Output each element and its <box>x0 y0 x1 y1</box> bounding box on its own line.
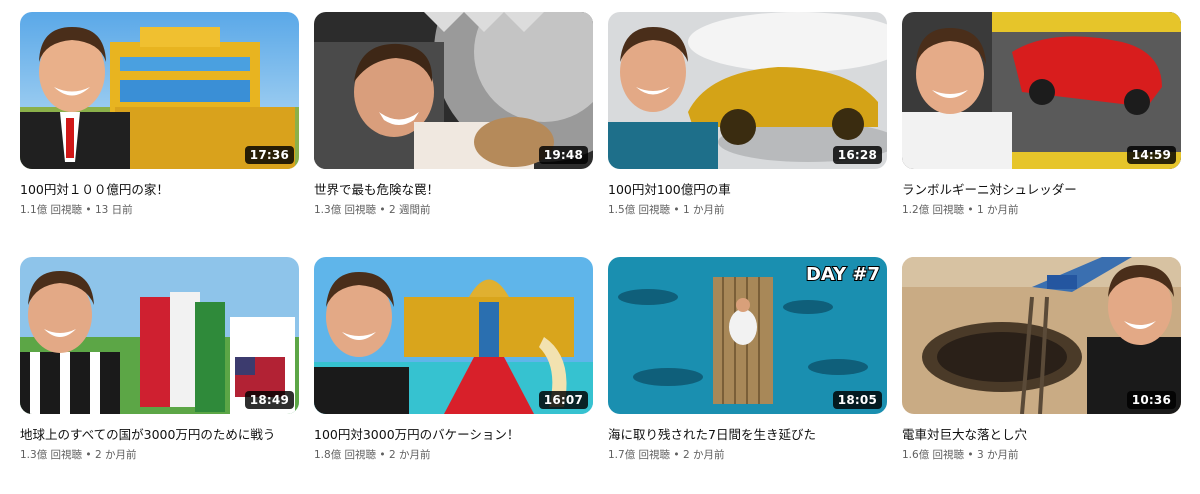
video-age: 1 か月前 <box>682 204 725 216</box>
video-thumbnail[interactable]: 14:59 <box>902 12 1181 169</box>
day-label: DAY #7 <box>806 264 880 285</box>
video-thumbnail[interactable]: 16:07 <box>314 257 593 414</box>
video-views: 1.3億 回視聴 <box>20 449 83 461</box>
video-title[interactable]: 海に取り残された7日間を生き延びた <box>608 426 887 444</box>
video-title[interactable]: 地球上のすべての国が3000万円のために戦う <box>20 426 299 444</box>
video-age: 2 か月前 <box>388 449 431 461</box>
video-age: 13 日前 <box>94 204 133 216</box>
video-thumbnail[interactable]: 19:48 <box>314 12 593 169</box>
video-thumbnail[interactable]: 10:36 <box>902 257 1181 414</box>
video-card[interactable]: 19:48 世界で最も危険な罠！ 1.3億 回視聴 • 2 週間前 <box>314 12 593 217</box>
separator-dot: • <box>85 204 92 216</box>
video-views: 1.3億 回視聴 <box>314 204 377 216</box>
video-age: 1 か月前 <box>976 204 1019 216</box>
video-thumbnail[interactable]: 17:36 <box>20 12 299 169</box>
video-duration: 18:49 <box>244 391 294 409</box>
video-card[interactable]: DAY #7 18:05 海に取り残された7日間を生き延びた 1.7億 回視聴 … <box>608 257 887 462</box>
separator-dot: • <box>85 449 92 461</box>
video-views: 1.8億 回視聴 <box>314 449 377 461</box>
video-meta: 1.5億 回視聴 • 1 か月前 <box>608 203 887 217</box>
video-age: 3 か月前 <box>976 449 1019 461</box>
video-duration: 19:48 <box>538 146 588 164</box>
video-card[interactable]: 10:36 電車対巨大な落とし穴 1.6億 回視聴 • 3 か月前 <box>902 257 1181 462</box>
video-title[interactable]: 世界で最も危険な罠！ <box>314 181 593 199</box>
video-age: 2 週間前 <box>388 204 431 216</box>
video-card[interactable]: 14:59 ランボルギーニ対シュレッダー 1.2億 回視聴 • 1 か月前 <box>902 12 1181 217</box>
video-title[interactable]: 電車対巨大な落とし穴 <box>902 426 1181 444</box>
video-duration: 14:59 <box>1126 146 1176 164</box>
video-duration: 10:36 <box>1126 391 1176 409</box>
separator-dot: • <box>967 204 974 216</box>
video-title[interactable]: ランボルギーニ対シュレッダー <box>902 181 1181 199</box>
video-thumbnail[interactable]: 18:49 <box>20 257 299 414</box>
video-meta: 1.8億 回視聴 • 2 か月前 <box>314 448 593 462</box>
video-card[interactable]: 18:49 地球上のすべての国が3000万円のために戦う 1.3億 回視聴 • … <box>20 257 299 462</box>
video-views: 1.5億 回視聴 <box>608 204 671 216</box>
video-thumbnail[interactable]: 16:28 <box>608 12 887 169</box>
video-views: 1.1億 回視聴 <box>20 204 83 216</box>
video-card[interactable]: 16:07 100円対3000万円のバケーション！ 1.8億 回視聴 • 2 か… <box>314 257 593 462</box>
video-views: 1.6億 回視聴 <box>902 449 965 461</box>
video-duration: 18:05 <box>832 391 882 409</box>
separator-dot: • <box>673 449 680 461</box>
video-title[interactable]: 100円対3000万円のバケーション！ <box>314 426 593 444</box>
video-age: 2 か月前 <box>94 449 137 461</box>
separator-dot: • <box>379 449 386 461</box>
video-meta: 1.3億 回視聴 • 2 週間前 <box>314 203 593 217</box>
video-meta: 1.3億 回視聴 • 2 か月前 <box>20 448 299 462</box>
video-meta: 1.7億 回視聴 • 2 か月前 <box>608 448 887 462</box>
separator-dot: • <box>673 204 680 216</box>
video-card[interactable]: 17:36 100円対１００億円の家！ 1.1億 回視聴 • 13 日前 <box>20 12 299 217</box>
video-duration: 17:36 <box>244 146 294 164</box>
video-meta: 1.6億 回視聴 • 3 か月前 <box>902 448 1181 462</box>
video-meta: 1.2億 回視聴 • 1 か月前 <box>902 203 1181 217</box>
separator-dot: • <box>379 204 386 216</box>
video-age: 2 か月前 <box>682 449 725 461</box>
video-card[interactable]: 16:28 100円対100億円の車 1.5億 回視聴 • 1 か月前 <box>608 12 887 217</box>
video-duration: 16:07 <box>538 391 588 409</box>
video-views: 1.7億 回視聴 <box>608 449 671 461</box>
video-title[interactable]: 100円対１００億円の家！ <box>20 181 299 199</box>
video-meta: 1.1億 回視聴 • 13 日前 <box>20 203 299 217</box>
separator-dot: • <box>967 449 974 461</box>
video-title[interactable]: 100円対100億円の車 <box>608 181 887 199</box>
video-views: 1.2億 回視聴 <box>902 204 965 216</box>
video-duration: 16:28 <box>832 146 882 164</box>
video-thumbnail[interactable]: DAY #7 18:05 <box>608 257 887 414</box>
